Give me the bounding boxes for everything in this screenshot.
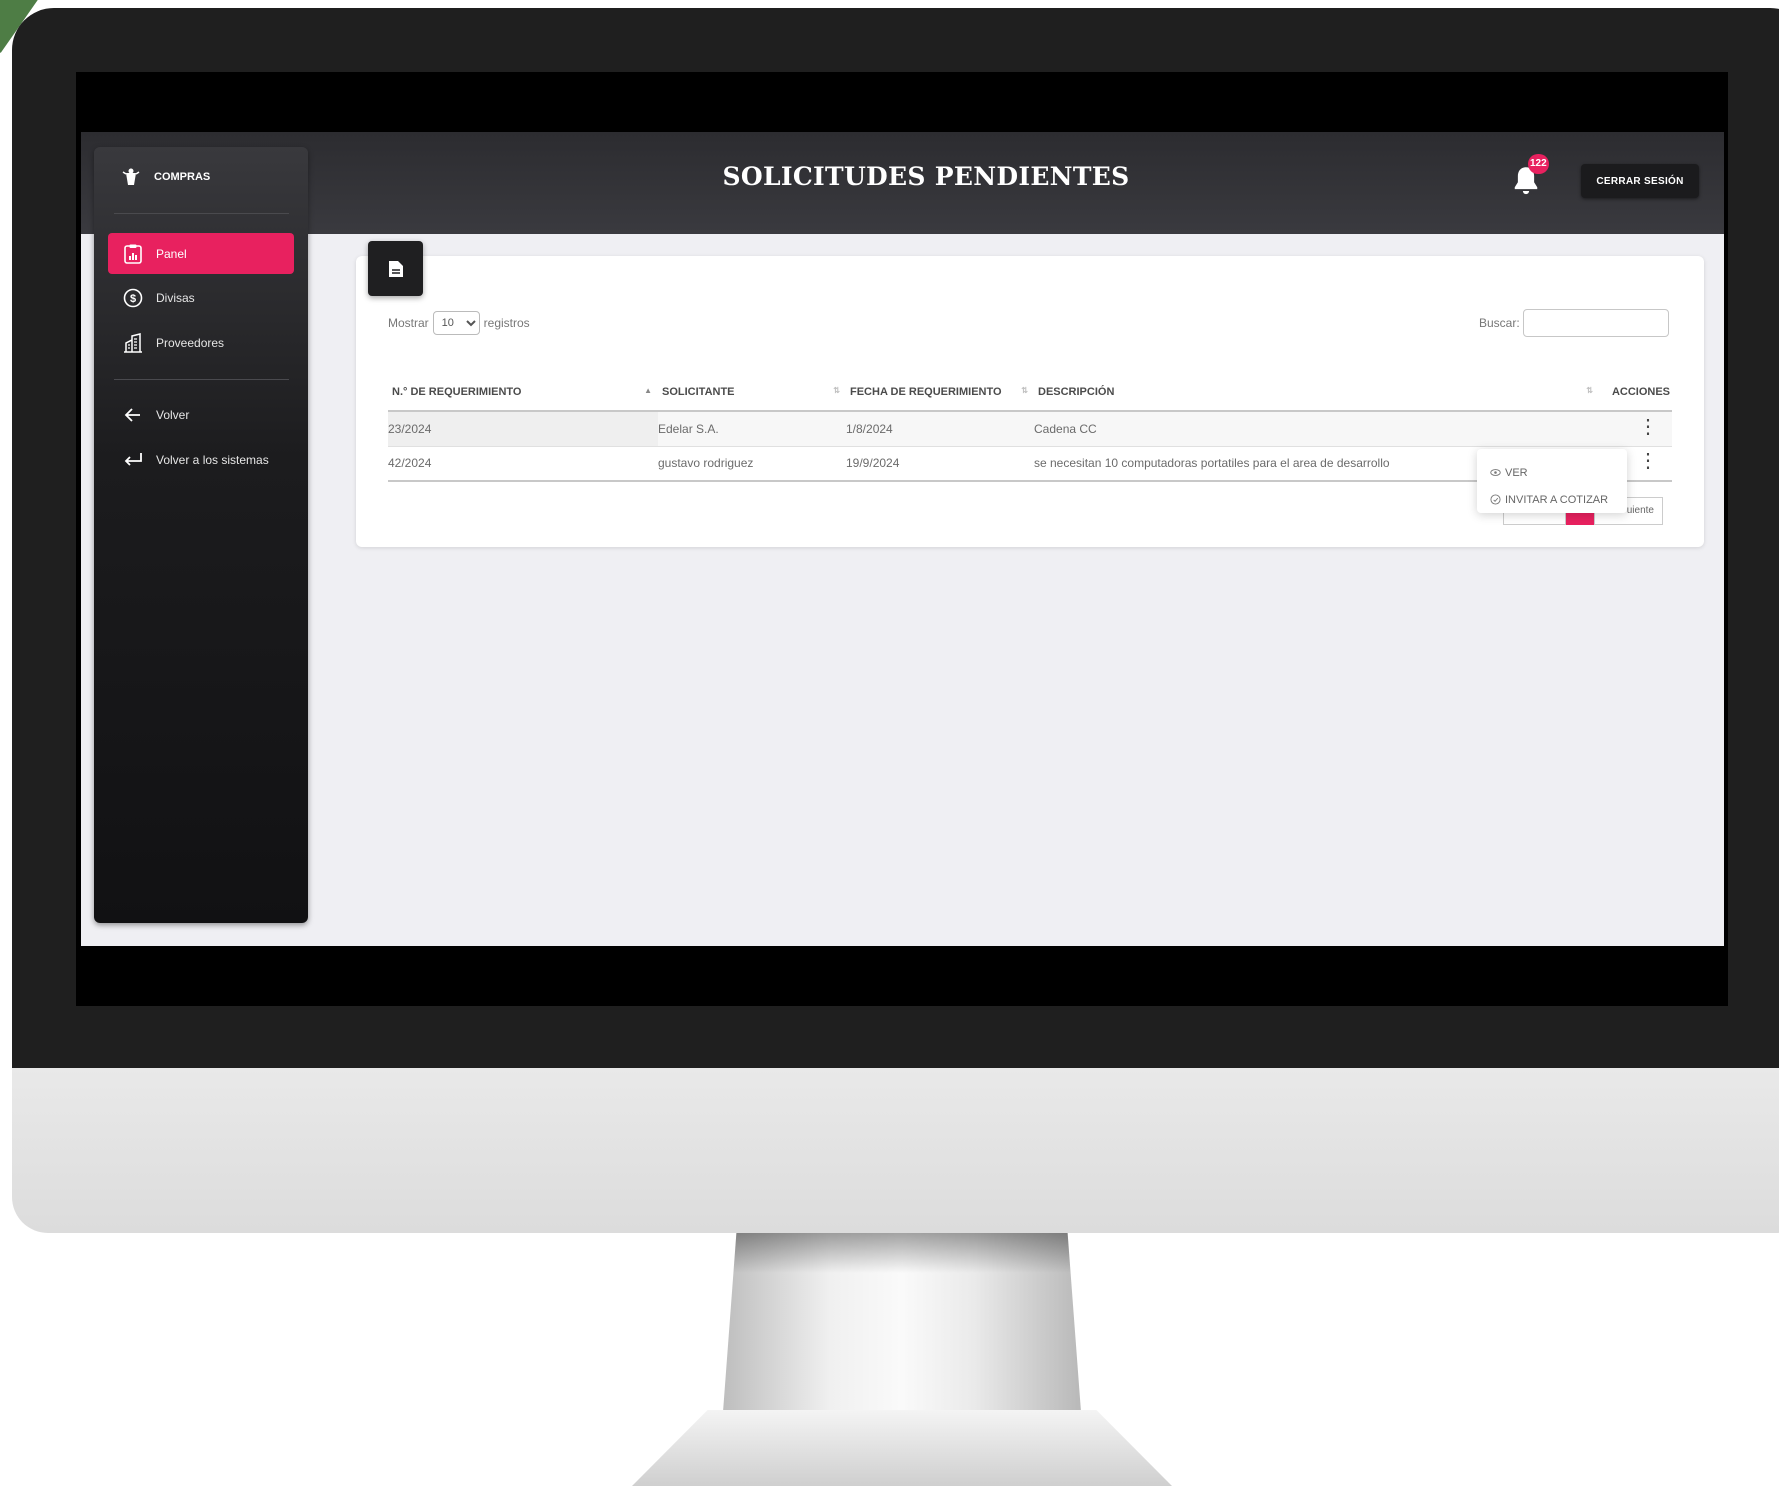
brand-name: COMPRAS	[154, 171, 211, 183]
sidebar: COMPRAS Panel $ Divisas Proveedores Volv…	[94, 147, 308, 923]
cell-id: 23/2024	[388, 411, 658, 447]
quote-icon	[1490, 494, 1501, 505]
column-header-description[interactable]: DESCRIPCIÓN ⇅	[1034, 373, 1599, 412]
dollar-coin-icon: $	[123, 288, 143, 307]
brand: COMPRAS	[122, 167, 210, 187]
card-header-badge	[368, 241, 423, 296]
cell-description: Cadena CC	[1034, 411, 1599, 447]
cell-id: 42/2024	[388, 446, 658, 482]
menu-item-label: INVITAR A COTIZAR	[1505, 493, 1609, 506]
search-label: Buscar:	[1479, 316, 1520, 330]
search-input[interactable]	[1522, 309, 1669, 337]
sidebar-item-volver[interactable]: Volver	[108, 394, 294, 435]
notification-badge: 122	[1528, 154, 1549, 174]
building-icon	[124, 332, 142, 353]
sidebar-item-proveedores[interactable]: Proveedores	[108, 322, 294, 363]
more-options-icon[interactable]: ⋮	[1638, 451, 1658, 471]
sidebar-item-volver-sistemas[interactable]: Volver a los sistemas	[108, 439, 294, 480]
sidebar-item-label: Volver	[156, 407, 190, 422]
page-title: SOLICITUDES PENDIENTES	[722, 162, 1130, 191]
sidebar-divider	[114, 379, 289, 380]
search-control: Buscar:	[1479, 309, 1669, 337]
top-bar: SOLICITUDES PENDIENTES 122 CERRAR SESIÓN	[81, 132, 1724, 234]
menu-item-view[interactable]: VER	[1490, 459, 1627, 486]
arrow-left-icon	[124, 407, 140, 422]
menu-item-invite-quote[interactable]: INVITAR A COTIZAR	[1490, 486, 1627, 513]
menu-item-label: VER	[1505, 466, 1528, 479]
cell-date: 1/8/2024	[846, 411, 1034, 447]
sort-icon: ⇅	[1021, 386, 1028, 395]
return-arrow-icon	[124, 452, 142, 466]
clipboard-chart-icon	[124, 244, 142, 264]
more-options-icon[interactable]: ⋮	[1638, 417, 1658, 437]
shopping-basket-icon	[122, 168, 140, 185]
svg-text:$: $	[130, 293, 136, 305]
sidebar-item-panel[interactable]: Panel	[108, 233, 294, 274]
records-label: registros	[483, 316, 530, 330]
table-row: 23/2024 Edelar S.A. 1/8/2024 Cadena CC ⋮	[388, 411, 1672, 447]
logout-button[interactable]: CERRAR SESIÓN	[1581, 164, 1699, 198]
cell-date: 19/9/2024	[846, 446, 1034, 482]
sort-icon: ⇅	[1586, 386, 1593, 395]
screenshot-stage: SOLICITUDES PENDIENTES 122 CERRAR SESIÓN…	[0, 0, 1779, 1486]
show-label: Mostrar	[388, 316, 429, 330]
sidebar-item-label: Proveedores	[156, 335, 225, 350]
column-header-actions: ACCIONES	[1599, 373, 1672, 412]
sort-icon: ⇅	[833, 386, 840, 395]
actions-dropdown: VER INVITAR A COTIZAR	[1477, 449, 1627, 513]
sidebar-item-divisas[interactable]: $ Divisas	[108, 277, 294, 318]
column-header-id[interactable]: N.° DE REQUERIMIENTO ▲	[388, 373, 658, 412]
eye-icon	[1490, 469, 1501, 476]
monitor-base	[632, 1410, 1172, 1486]
sidebar-divider	[114, 213, 289, 214]
table-header-row: N.° DE REQUERIMIENTO ▲ SOLICITANTE ⇅ FECHA…	[388, 373, 1672, 412]
column-header-date[interactable]: FECHA DE REQUERIMIENTO ⇅	[846, 373, 1034, 412]
cell-requester: Edelar S.A.	[658, 411, 846, 447]
sort-asc-icon: ▲	[644, 386, 652, 395]
sidebar-item-label: Panel	[156, 246, 187, 261]
cell-actions: ⋮	[1599, 411, 1672, 447]
cell-requester: gustavo rodriguez	[658, 446, 846, 482]
document-icon	[388, 260, 403, 277]
page-size-control: Mostrar 10 registros	[388, 311, 530, 335]
column-header-requester[interactable]: SOLICITANTE ⇅	[658, 373, 846, 412]
sidebar-item-label: Divisas	[156, 290, 195, 305]
sidebar-item-label: Volver a los sistemas	[156, 452, 269, 467]
page-size-select[interactable]: 10	[432, 311, 480, 335]
monitor-chin	[12, 1068, 1779, 1233]
